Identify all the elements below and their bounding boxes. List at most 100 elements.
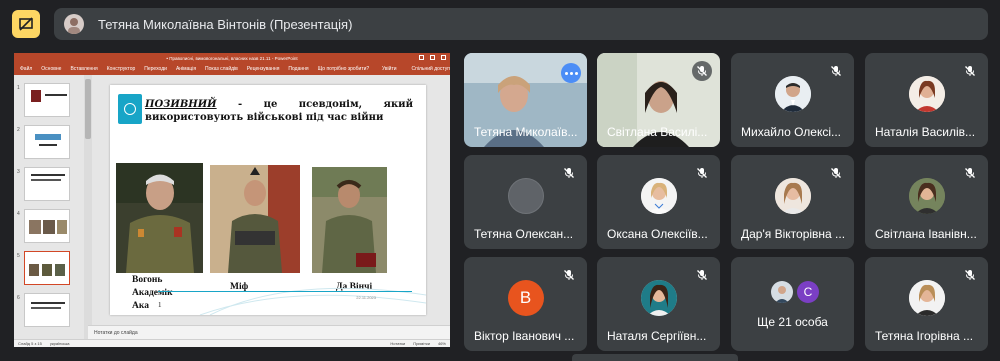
status-zoom: 46% <box>437 341 446 346</box>
avatar <box>908 76 945 112</box>
mic-off-icon <box>826 163 846 183</box>
ribbon-tab: Анімація <box>175 66 197 72</box>
ppt-statusbar: Слайд 5 з 15 українська Нотатки Примітки… <box>14 339 450 347</box>
participant-name: Тетяна Ігорівна ... <box>875 329 974 343</box>
avatar-letter: В <box>507 280 544 316</box>
ribbon-tab: Вставлення <box>70 66 98 72</box>
avatar <box>908 280 945 316</box>
slide-notes: Нотатки до слайда <box>88 325 450 339</box>
more-participants-label: Ще 21 особа <box>757 315 828 329</box>
slide-heading: ПОЗИВНИЙ - це псевдонім, який використов… <box>145 98 413 124</box>
mic-off-icon <box>960 61 980 81</box>
ppt-workspace: 1 2 3 4 5 6 ПОЗИВНИЙ - це псевдонім, яки… <box>14 75 450 339</box>
thumb-number: 4 <box>17 211 20 217</box>
participant-name: Михайло Олексі... <box>741 125 842 139</box>
participant-name: Тетяна Олексан... <box>474 227 574 241</box>
slide-keyword: ПОЗИВНИЙ <box>145 99 217 110</box>
more-options-button[interactable] <box>561 63 581 83</box>
ribbon-share: Спільний доступ <box>411 66 450 72</box>
participant-name: Світлана Василі... <box>607 125 708 139</box>
slide-thumbnail <box>24 125 70 159</box>
participant-tile-more[interactable]: C Ще 21 особа <box>731 257 854 351</box>
avatar <box>908 178 945 214</box>
avatar <box>771 281 793 303</box>
avatar <box>774 76 811 112</box>
close-icon <box>441 55 446 60</box>
participant-name: Світлана Іванівн... <box>875 227 977 241</box>
ribbon-tab: Рецензування <box>246 66 280 72</box>
shared-screen: • Правописні, вимовогональні, власних на… <box>14 53 450 347</box>
thumb-number: 6 <box>17 295 20 301</box>
thumb-number: 2 <box>17 127 20 133</box>
participant-tile[interactable]: Тетяна Олексан... <box>464 155 587 249</box>
thumbnail-scrollbar <box>84 75 92 339</box>
mic-off-icon <box>960 265 980 285</box>
avatar-initial: C <box>803 285 813 299</box>
participant-tile[interactable]: Наталя Сергіївн... <box>597 257 720 351</box>
ppt-window-title: • Правописні, вимовогональні, власних на… <box>166 55 298 61</box>
participant-name: Оксана Олексіїв... <box>607 227 708 241</box>
ribbon-tab: Показ слайдів <box>205 66 238 72</box>
status-notes: Нотатки <box>390 341 406 346</box>
ribbon-signin: Увійти <box>382 66 397 72</box>
avatar-initial: В <box>519 288 532 307</box>
mic-off-icon <box>559 265 579 285</box>
current-slide: ПОЗИВНИЙ - це псевдонім, який використов… <box>110 85 426 315</box>
participant-tile[interactable]: В Віктор Іванович ... <box>464 257 587 351</box>
avatar <box>774 178 811 214</box>
ribbon-search: Що потрібно зробити? <box>317 66 370 72</box>
mic-off-icon <box>692 265 712 285</box>
thumb-number: 1 <box>17 85 20 91</box>
slide-thumbnail-active <box>24 251 70 285</box>
slide-thumbnail <box>24 209 70 243</box>
participant-tile[interactable]: Наталія Василів... <box>865 53 988 147</box>
participant-tile[interactable]: Дар'я Вікторівна ... <box>731 155 854 249</box>
presenter-title: Тетяна Миколаївна Вінтонів (Презентація) <box>98 16 353 32</box>
ribbon-tab: Основне <box>41 66 62 72</box>
participant-name: Наталія Василів... <box>875 125 976 139</box>
mic-off-icon <box>559 163 579 183</box>
presenter-chip[interactable]: Тетяна Миколаївна Вінтонів (Презентація) <box>54 8 988 40</box>
participant-tile[interactable]: Світлана Іванівн... <box>865 155 988 249</box>
participant-name: Дар'я Вікторівна ... <box>741 227 846 241</box>
slide-thumbnail <box>24 167 70 201</box>
stop-presenting-button[interactable] <box>12 10 40 38</box>
thumb-number: 3 <box>17 169 20 175</box>
slide-footer-line <box>158 291 412 292</box>
participant-name: Віктор Іванович ... <box>474 329 575 343</box>
maximize-icon <box>430 55 435 60</box>
slide-date: 22.11.2023 <box>356 295 376 300</box>
status-language: українська <box>49 341 70 346</box>
mic-off-icon <box>826 61 846 81</box>
participant-tile[interactable]: Оксана Олексіїв... <box>597 155 720 249</box>
avatar <box>640 280 677 316</box>
participant-tile[interactable]: Світлана Василі... <box>597 53 720 147</box>
avatar-blank <box>507 178 544 214</box>
minimize-icon <box>419 55 424 60</box>
participant-tile[interactable]: Михайло Олексі... <box>731 53 854 147</box>
bottom-toolbar-edge <box>572 354 738 361</box>
presenter-avatar <box>64 14 84 34</box>
participant-tile[interactable]: Тетяна Ігорівна ... <box>865 257 988 351</box>
ribbon-tab: Переходи <box>144 66 167 72</box>
slide-thumbnail <box>24 83 70 117</box>
mic-off-icon <box>692 163 712 183</box>
ppt-ribbon: Файл Основне Вставлення Конструктор Пере… <box>14 63 450 75</box>
slide-decoration <box>199 287 426 315</box>
status-comments: Примітки <box>413 341 430 346</box>
thumb-number: 5 <box>17 253 20 259</box>
slide-thumbnail <box>24 293 70 327</box>
stop-presenting-icon <box>19 17 33 31</box>
ppt-titlebar: • Правописні, вимовогональні, власних на… <box>14 53 450 63</box>
ribbon-tab: Конструктор <box>106 66 136 72</box>
ribbon-tab: Подання <box>288 66 309 72</box>
slide-thumbnails: 1 2 3 4 5 6 <box>14 75 84 339</box>
school-logo <box>118 94 142 124</box>
participant-tile[interactable]: Тетяна Миколаїв... <box>464 53 587 147</box>
mic-off-icon <box>960 163 980 183</box>
avatar <box>640 178 677 214</box>
mic-off-icon <box>692 61 712 81</box>
status-slide-count: Слайд 5 з 15 <box>18 341 42 346</box>
top-bar: Тетяна Миколаївна Вінтонів (Презентація) <box>0 0 1000 48</box>
avatar-letter: C <box>797 281 819 303</box>
